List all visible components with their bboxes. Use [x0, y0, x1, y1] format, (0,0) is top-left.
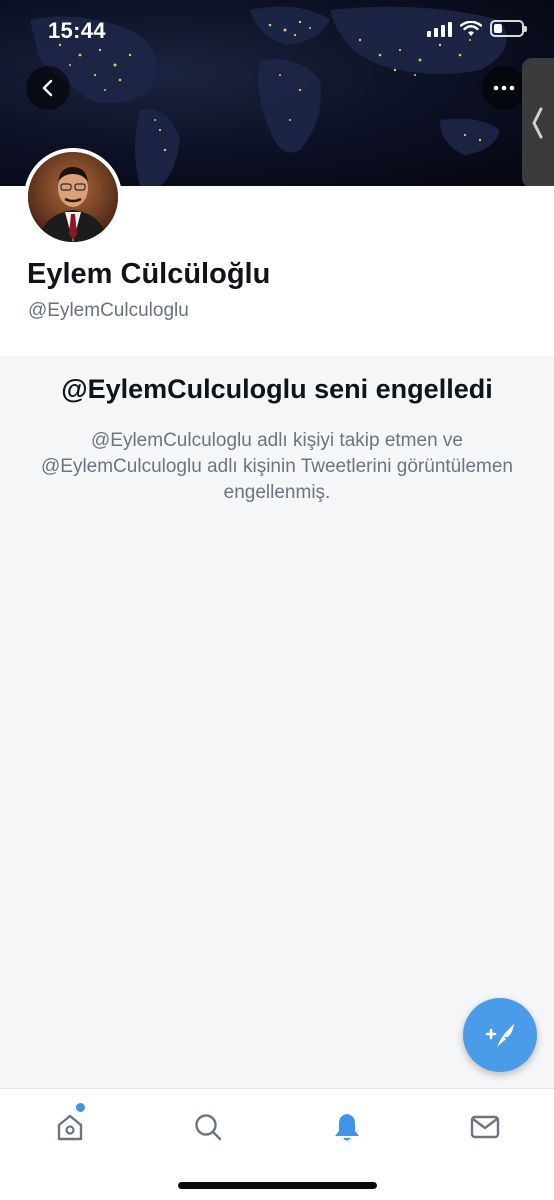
status-time: 15:44	[48, 18, 106, 43]
profile-handle: @EylemCulculoglu	[28, 300, 189, 321]
bell-icon	[335, 1114, 359, 1141]
status-bar: 15:44	[0, 0, 554, 60]
back-button[interactable]	[26, 66, 70, 110]
compose-tweet-icon	[485, 1024, 514, 1048]
profile-photo	[28, 152, 118, 242]
side-panel-handle[interactable]	[522, 58, 554, 188]
search-icon	[195, 1114, 222, 1141]
home-icon	[57, 1114, 83, 1141]
chevron-left-icon	[42, 79, 53, 97]
blocked-description: @EylemCulculoglu adlı kişiyi takip etmen…	[40, 430, 513, 503]
blocked-title: @EylemCulculoglu seni engelledi	[61, 374, 493, 404]
home-notification-dot	[76, 1103, 85, 1112]
ellipsis-icon	[493, 85, 515, 91]
tab-messages[interactable]	[463, 1105, 507, 1149]
tab-notifications[interactable]	[325, 1105, 369, 1149]
chevron-left-icon	[532, 107, 543, 139]
wifi-icon	[460, 20, 482, 36]
more-options-button[interactable]	[482, 66, 526, 110]
compose-tweet-button[interactable]	[463, 998, 537, 1072]
tab-search[interactable]	[186, 1105, 230, 1149]
battery-icon	[490, 20, 527, 37]
tab-home[interactable]	[48, 1105, 92, 1149]
signal-icon	[427, 21, 452, 37]
profile-display-name: Eylem Cülcüloğlu	[27, 258, 271, 290]
home-indicator[interactable]	[178, 1182, 377, 1189]
avatar[interactable]	[24, 148, 122, 246]
mail-icon	[470, 1115, 500, 1139]
